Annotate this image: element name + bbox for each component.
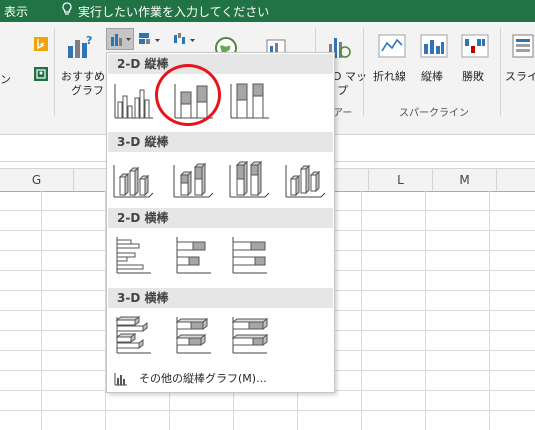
addins-label-partial: ン bbox=[0, 73, 11, 86]
sparkline-line-icon[interactable] bbox=[378, 34, 406, 61]
people-graph-icon[interactable] bbox=[34, 67, 48, 84]
more-column-charts-label[interactable]: その他の縦棒グラフ(M)... bbox=[139, 369, 267, 389]
more-column-charts-item[interactable]: その他の縦棒グラフ(M)... bbox=[112, 369, 327, 389]
column-chart-small-icon bbox=[114, 372, 128, 393]
insert-waterfall-chart-icon[interactable] bbox=[172, 31, 198, 52]
lightbulb-icon bbox=[62, 2, 72, 19]
stacked-bar-icon[interactable] bbox=[171, 233, 215, 277]
100-stacked-column-icon[interactable] bbox=[227, 78, 271, 122]
column-header-h[interactable] bbox=[74, 169, 107, 191]
column-header-g[interactable]: G bbox=[0, 169, 74, 191]
recommended-charts-icon[interactable]: ? bbox=[66, 34, 94, 63]
column-chart-dropdown: 2-D 縦棒 3-D 縦棒 2-D 横棒 3-D 横棒 その他の縦棒グラフ(M)… bbox=[106, 52, 335, 393]
section-2d-bar: 2-D 横棒 bbox=[108, 208, 333, 228]
3d-map-label-2[interactable]: プ bbox=[337, 82, 348, 98]
3d-100-stacked-column-icon[interactable] bbox=[227, 157, 271, 201]
slicer-icon[interactable] bbox=[512, 34, 535, 61]
sparkline-column-label[interactable]: 縦棒 bbox=[421, 68, 443, 84]
title-bar: 表示 実行したい作業を入力してください bbox=[0, 0, 535, 22]
recommended-charts-label-2[interactable]: グラフ bbox=[71, 82, 104, 98]
highlight-circle bbox=[155, 64, 221, 126]
3d-clustered-bar-icon[interactable] bbox=[111, 313, 155, 357]
tab-view[interactable]: 表示 bbox=[4, 3, 28, 20]
sparkline-winloss-label[interactable]: 勝敗 bbox=[462, 68, 484, 84]
insert-hierarchy-chart-icon[interactable] bbox=[137, 31, 163, 52]
section-3d-column: 3-D 縦棒 bbox=[108, 132, 333, 152]
bing-icon[interactable] bbox=[34, 37, 48, 54]
svg-text:?: ? bbox=[86, 34, 92, 47]
100-stacked-bar-icon[interactable] bbox=[227, 233, 271, 277]
3d-stacked-column-icon[interactable] bbox=[171, 157, 215, 201]
column-header-l[interactable]: L bbox=[369, 169, 433, 191]
3d-stacked-bar-icon[interactable] bbox=[171, 313, 215, 357]
sparkline-winloss-icon[interactable] bbox=[461, 34, 489, 61]
insert-column-chart-button[interactable] bbox=[106, 28, 134, 50]
column-header-n[interactable] bbox=[497, 169, 535, 191]
3d-column-icon[interactable] bbox=[283, 157, 327, 201]
tours-group-label: アー bbox=[333, 108, 353, 119]
column-header-m[interactable]: M bbox=[433, 169, 497, 191]
sparkline-column-icon[interactable] bbox=[420, 34, 448, 61]
sparkline-line-label[interactable]: 折れ線 bbox=[373, 68, 406, 84]
sparklines-group-label: スパークライン bbox=[399, 108, 469, 119]
3d-clustered-column-icon[interactable] bbox=[111, 157, 155, 201]
divider bbox=[54, 28, 55, 116]
slicer-label[interactable]: スライ bbox=[505, 68, 535, 84]
column-header-k[interactable] bbox=[333, 169, 369, 191]
3d-100-stacked-bar-icon[interactable] bbox=[227, 313, 271, 357]
section-2d-column: 2-D 縦棒 bbox=[108, 54, 333, 74]
divider bbox=[363, 28, 364, 116]
clustered-column-icon[interactable] bbox=[111, 78, 155, 122]
divider bbox=[500, 28, 501, 116]
tell-me-search[interactable]: 実行したい作業を入力してください bbox=[78, 3, 269, 20]
section-3d-bar: 3-D 横棒 bbox=[108, 288, 333, 308]
clustered-bar-icon[interactable] bbox=[111, 233, 155, 277]
